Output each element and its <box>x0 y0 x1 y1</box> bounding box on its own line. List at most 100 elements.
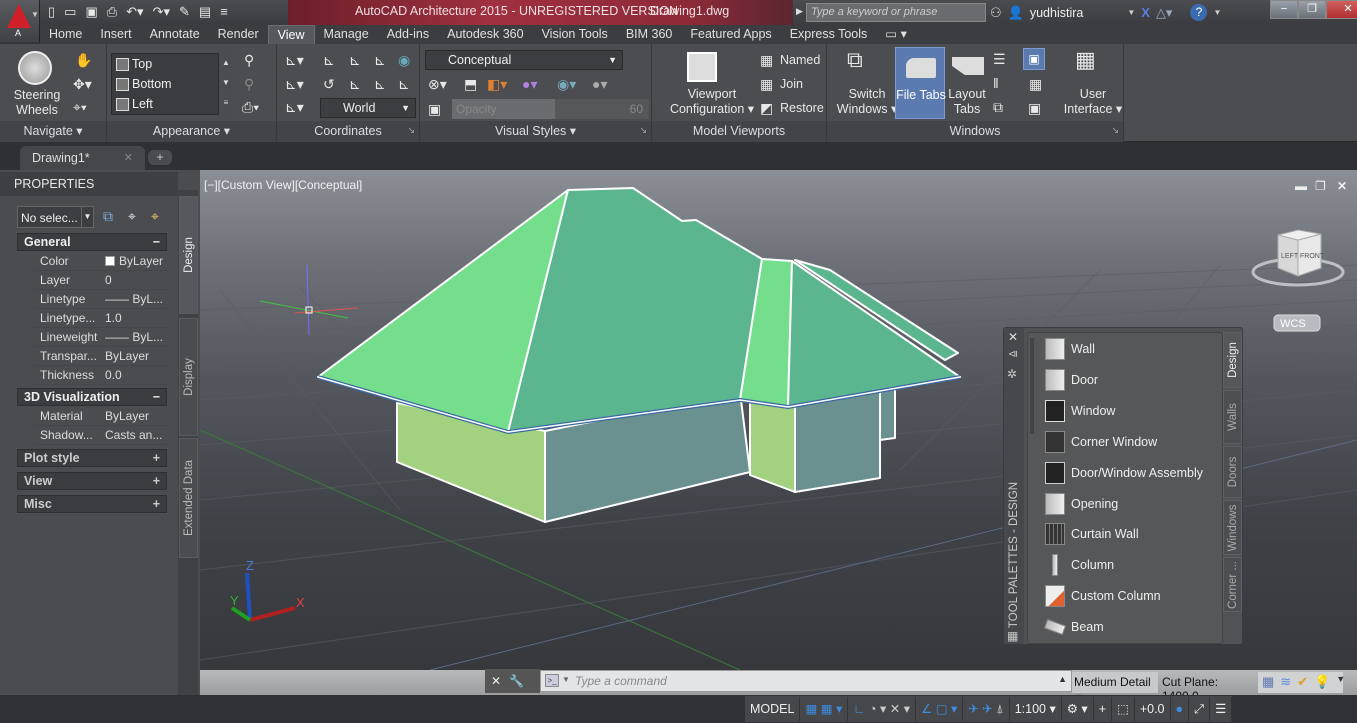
command-history-icon[interactable]: ▲ <box>1058 674 1067 684</box>
section-3d-visualization[interactable]: 3D Visualization − <box>17 388 167 406</box>
isodraft-icon[interactable]: ∠ ▢ ▾ <box>916 697 964 721</box>
tile-vertical-icon[interactable]: ‖ <box>993 75 999 91</box>
print-icon[interactable]: ⎙ <box>107 3 117 21</box>
ucs-z-icon[interactable]: ⊾ <box>374 76 386 92</box>
selection-dropdown[interactable]: No selec... ▼ <box>17 206 94 228</box>
orbit-icon[interactable]: ✥▾ <box>73 76 92 92</box>
zoom-extents-icon[interactable]: ⌖▾ <box>73 99 87 115</box>
user-interface-icon[interactable]: ▦ <box>1075 49 1096 71</box>
pan-icon[interactable]: ✋ <box>75 52 92 68</box>
palette-tab-doors[interactable]: Doors <box>1223 446 1242 498</box>
prop-row-linetype-scale[interactable]: Linetype... 1.0 <box>34 309 167 328</box>
view-top[interactable]: Top <box>112 54 218 74</box>
viewport-close-button[interactable]: ✕ <box>1337 179 1347 193</box>
tool-opening[interactable]: Opening <box>1045 491 1118 517</box>
join-icon[interactable]: ▦ <box>760 76 773 92</box>
cut-plane-value[interactable]: Cut Plane: 1400.0 <box>1160 672 1260 703</box>
opacity-slider[interactable]: Opacity <box>452 99 555 119</box>
a360-icon[interactable]: △▾ <box>1156 5 1173 21</box>
autohide-icon[interactable]: ⧏ <box>1008 349 1018 360</box>
section-general[interactable]: General − <box>17 233 167 251</box>
ucs-named-icon[interactable]: ⊾ <box>323 52 335 68</box>
xray-icon[interactable]: ⬒ <box>464 76 477 92</box>
tool-door-window-assembly[interactable]: Door/Window Assembly <box>1045 460 1203 486</box>
palette-tab-corner[interactable]: Corner ... <box>1223 557 1242 612</box>
properties-tab-design[interactable]: Design <box>179 196 198 314</box>
switch-windows-button[interactable]: Switch Windows ▾ <box>835 87 899 117</box>
save-icon[interactable]: ▣ <box>85 3 97 21</box>
chevron-down-icon[interactable]: ▼ <box>1127 8 1135 17</box>
viewcube[interactable]: LEFT FRONT <box>1251 229 1345 287</box>
ribbon-minimize-icon[interactable]: ▭ ▾ <box>876 25 916 44</box>
steering-wheels-button[interactable]: Steering Wheels <box>6 88 68 118</box>
tab-featured-apps[interactable]: Featured Apps <box>681 25 780 44</box>
username[interactable]: yudhistira <box>1030 6 1084 20</box>
binoculars-icon[interactable]: ⚇ <box>990 5 1002 21</box>
command-input[interactable]: >_ ▼ Type a command ▲ <box>540 670 1072 692</box>
lightbulb-icon[interactable]: 💡 <box>1314 674 1330 691</box>
model-space-button[interactable]: MODEL <box>745 697 801 721</box>
palette-tab-design[interactable]: Design <box>1223 332 1242 388</box>
lighting-icon[interactable]: ●▾ <box>522 76 537 92</box>
hardware-acceleration-icon[interactable]: ● <box>1171 697 1190 721</box>
application-menu-button[interactable]: A ▼ <box>0 0 40 42</box>
chevron-down-icon[interactable]: ▼ <box>1213 8 1221 17</box>
chevron-down-icon[interactable]: ▼ <box>562 675 570 684</box>
layer-key-icon[interactable]: ≋ <box>1280 674 1291 691</box>
isolate-icon[interactable]: ⬚ <box>1112 697 1135 721</box>
face-style-icon[interactable]: ⊗▾ <box>428 76 447 92</box>
undo-icon[interactable]: ↶▾ <box>126 3 143 21</box>
steering-wheel-icon[interactable] <box>18 51 52 85</box>
tab-manage[interactable]: Manage <box>315 25 378 44</box>
tool-corner-window[interactable]: Corner Window <box>1045 429 1157 455</box>
tool-wall[interactable]: Wall <box>1045 336 1095 362</box>
zoom-realtime-icon[interactable]: ⚲ <box>244 52 254 68</box>
customize-wrench-icon[interactable]: 🔧 <box>509 674 524 688</box>
cascade-icon[interactable]: ⧉ <box>993 99 1003 115</box>
tool-door[interactable]: Door <box>1045 367 1098 393</box>
exchange-icon[interactable]: X <box>1141 5 1150 20</box>
ortho-icon[interactable]: ∟ ◔ ▾ ✕ ▾ <box>848 697 917 721</box>
restore-button[interactable]: Restore <box>780 101 824 116</box>
coordinates-panel-title[interactable]: Coordinates ↘ <box>277 121 419 142</box>
workspace-gear-icon[interactable]: ⚙ ▾ <box>1062 697 1094 721</box>
tab-view[interactable]: View <box>267 25 315 44</box>
tool-beam[interactable]: Beam <box>1043 614 1104 640</box>
close-button[interactable]: ✕ <box>1326 0 1357 19</box>
tab-insert[interactable]: Insert <box>91 25 140 44</box>
help-icon[interactable]: ? <box>1190 4 1208 21</box>
file-tab-drawing1[interactable]: Drawing1* ✕ <box>20 146 145 170</box>
select-objects-icon[interactable]: ⌖ <box>128 208 136 224</box>
command-prompt-icon[interactable]: >_ <box>545 674 559 687</box>
new-icon[interactable]: ▯ <box>48 3 55 21</box>
close-icon[interactable]: ✕ <box>1008 330 1018 344</box>
file-tabs-button[interactable]: File Tabs <box>895 47 946 119</box>
toolbar-lock-icon[interactable]: ▣ <box>1028 100 1041 116</box>
view-bottom[interactable]: Bottom <box>112 74 218 94</box>
new-tab-button[interactable]: + <box>148 150 172 165</box>
minimize-button[interactable]: − <box>1270 0 1298 19</box>
ucs-world-icon[interactable]: ⊾ <box>349 52 361 68</box>
viewport-restore-button[interactable]: ❐ <box>1315 179 1326 193</box>
visual-styles-panel-title[interactable]: Visual Styles ▾ ↘ <box>420 121 651 142</box>
ucs-display-icon[interactable]: ⊾▾ <box>285 99 304 115</box>
tab-render[interactable]: Render <box>209 25 268 44</box>
prop-row-shadow[interactable]: Shadow... Casts an... <box>34 426 167 445</box>
shadows-icon[interactable]: ◉▾ <box>557 76 576 92</box>
redo-icon[interactable]: ↷▾ <box>153 3 170 21</box>
workspace-icon[interactable]: ✎ <box>179 3 190 21</box>
calculator-icon[interactable]: ▦ <box>1029 76 1042 92</box>
prop-row-transparency[interactable]: Transpar... ByLayer <box>34 347 167 366</box>
viewport-controls-label[interactable]: [−][Custom View][Conceptual] <box>204 178 362 192</box>
tab-bim-360[interactable]: BIM 360 <box>617 25 682 44</box>
palette-tab-windows[interactable]: Windows <box>1223 500 1242 555</box>
annotation-visibility-icon[interactable]: ✈ ✈ ⍋ <box>963 697 1010 721</box>
layout-tabs-button[interactable]: Layout Tabs <box>947 87 987 117</box>
visual-style-manager-icon[interactable]: ⎙▾ <box>242 99 259 115</box>
tile-horizontal-icon[interactable]: ☰ <box>993 51 1006 67</box>
surface-hatch-icon[interactable]: ▦ <box>1262 674 1274 691</box>
open-icon[interactable]: ▭ <box>64 3 76 21</box>
tab-home[interactable]: Home <box>40 25 91 44</box>
close-icon[interactable]: ✕ <box>491 674 501 688</box>
tool-window[interactable]: Window <box>1045 398 1115 424</box>
